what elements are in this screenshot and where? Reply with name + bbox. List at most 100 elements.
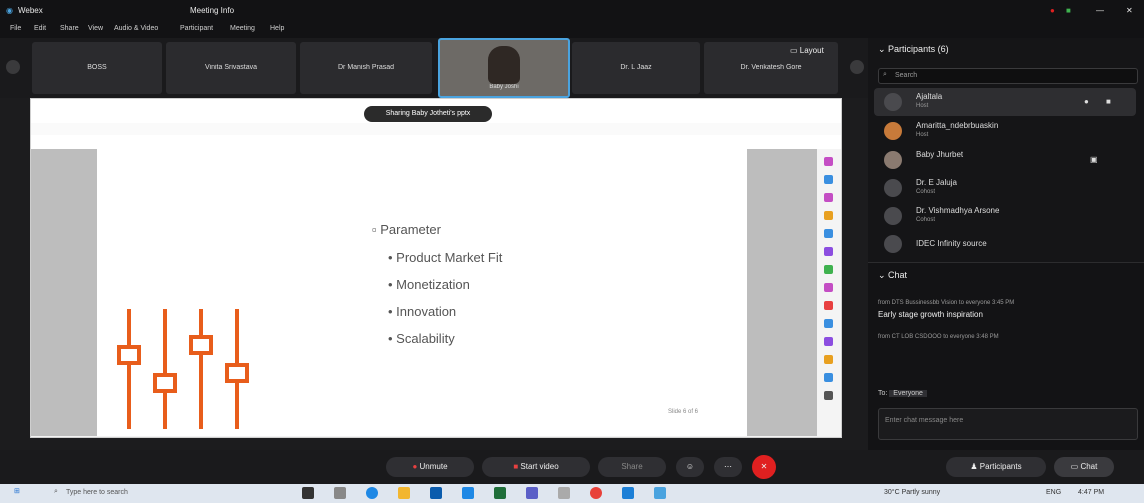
menu-item-edit[interactable]: Edit [34,25,46,32]
video-tile[interactable]: BOSS [32,42,162,94]
chat-message-text: Early stage growth inspiration [878,310,983,319]
tile-name: Dr. Venkatesh Gore [740,64,802,71]
share-button[interactable]: Share [598,457,666,477]
tool-icon[interactable] [824,229,833,238]
menu-item-view[interactable]: View [88,25,103,32]
tool-icon[interactable] [824,319,833,328]
file-explorer-icon[interactable] [398,487,410,499]
clock[interactable]: 4:47 PM [1078,489,1104,496]
shared-app-toolbar [31,135,841,150]
leave-meeting-button[interactable]: ✕ [752,455,776,479]
avatar [884,151,902,169]
layout-button[interactable]: ▭ Layout [790,46,852,62]
app-icon[interactable] [558,487,570,499]
video-icon[interactable]: ■ [1106,97,1111,106]
slide-bullet: • Monetization [388,277,470,292]
microphone-icon[interactable]: ● [1084,97,1089,106]
participant-row[interactable]: Dr. E Jaluja Cohost [874,174,1136,202]
taskbar-search[interactable]: Type here to search [66,489,128,496]
windows-taskbar: ⊞ ⌕ Type here to search 30°C Partly sunn… [0,484,1144,503]
unmute-button[interactable]: ● Unmute [386,457,474,477]
minimize-icon[interactable]: — [1096,6,1104,15]
menu-item-participant[interactable]: Participant [180,25,213,32]
participants-search-input[interactable]: ⌕ Search [878,68,1138,84]
tile-name: Vinita Srivastava [204,64,257,71]
tile-name: Dr. L Jaaz [620,64,652,71]
slide-number: Slide 6 of 6 [668,409,699,415]
meeting-info-link[interactable]: Meeting Info [190,6,234,15]
slide-bullet: • Scalability [388,331,455,346]
menu-item-meeting[interactable]: Meeting [230,25,255,32]
participant-name: Baby Jhurbet [916,150,964,159]
shield-icon: ■ [1066,6,1071,15]
menu-item-help[interactable]: Help [270,25,284,32]
language-indicator[interactable]: ENG [1046,489,1061,496]
edge-icon[interactable] [366,487,378,499]
tool-icon[interactable] [824,211,833,220]
tool-icon[interactable] [824,175,833,184]
menu-item-audio-video[interactable]: Audio & Video [114,25,158,32]
recipient-select[interactable]: Everyone [889,390,927,397]
sharing-banner[interactable]: Sharing Baby Jotheti's pptx [364,106,492,122]
chat-label: Chat [1080,462,1098,471]
chat-recipient[interactable]: To: Everyone [878,390,1136,402]
participant-row[interactable]: Ajaltala Host ● ■ [874,88,1136,116]
video-tile[interactable]: Dr. L Jaaz [572,42,700,94]
participant-row[interactable]: Dr. Vishmadhya Arsone Cohost [874,202,1136,230]
chat-header: ⌄ Chat [878,270,907,281]
webex-taskbar-icon[interactable] [622,487,634,499]
tool-icon[interactable] [824,355,833,364]
menu-item-share[interactable]: Share [60,25,79,32]
participant-row[interactable]: Amaritta_ndebrbuaskin Host [874,117,1136,145]
store-icon[interactable] [430,487,442,499]
search-placeholder: Search [895,72,918,79]
weather-widget[interactable]: 30°C Partly sunny [884,489,940,496]
widgets-icon[interactable] [334,487,346,499]
tool-icon[interactable] [824,301,833,310]
photos-icon[interactable] [654,487,666,499]
teams-icon[interactable] [526,487,538,499]
tool-icon[interactable] [824,373,833,382]
onedrive-icon[interactable] [462,487,474,499]
tool-icon[interactable] [824,337,833,346]
tool-icon[interactable] [824,265,833,274]
chevron-down-icon[interactable]: ⌄ [878,270,888,280]
participant-strip: BOSS Vinita Srivastava Dr Manish Prasad … [0,38,870,98]
tool-icon[interactable] [824,283,833,292]
active-video-tile[interactable]: Baby Joshi [438,38,570,98]
video-tile[interactable]: Vinita Srivastava [166,42,296,94]
share-indicator-icon: ▣ [1090,155,1098,164]
chevron-down-icon[interactable]: ⌄ [878,44,888,54]
more-options-button[interactable]: ⋯ [714,457,742,477]
slide-title: ▫ Parameter [372,222,441,237]
search-icon: ⌕ [883,71,887,78]
chat-button[interactable]: ▭ Chat [1054,457,1114,477]
participants-header: ⌄ Participants (6) [878,44,949,55]
reactions-button[interactable]: ☺ [676,457,704,477]
video-tile[interactable]: Dr Manish Prasad [300,42,432,94]
menu-item-file[interactable]: File [10,25,21,32]
tool-icon[interactable] [824,391,833,400]
task-view-icon[interactable] [302,487,314,499]
participants-button[interactable]: ♟ Participants [946,457,1046,477]
app-title: Webex [18,6,43,15]
tile-name: Baby Joshi [489,84,519,90]
windows-start-icon[interactable]: ⊞ [14,487,20,495]
menu-bar: File Edit Share View Audio & Video Parti… [0,22,1144,38]
tool-icon[interactable] [824,193,833,202]
tool-icon[interactable] [824,157,833,166]
person-silhouette [488,46,520,84]
close-icon[interactable]: ✕ [1126,6,1133,15]
record-icon[interactable]: ● [1050,6,1055,15]
chat-input[interactable]: Enter chat message here [878,408,1138,440]
powerpoint-icon[interactable] [590,487,602,499]
participant-row[interactable]: Baby Jhurbet ▣ [874,146,1136,174]
tool-icon[interactable] [824,247,833,256]
start-video-button[interactable]: ■ Start video [482,457,590,477]
excel-icon[interactable] [494,487,506,499]
participant-name: Dr. Vishmadhya Arsone [916,206,1000,215]
participant-role: Cohost [916,189,936,195]
strip-prev-icon[interactable] [6,60,20,74]
participant-row[interactable]: IDEC Infinity source [874,230,1136,258]
strip-next-icon[interactable] [850,60,864,74]
